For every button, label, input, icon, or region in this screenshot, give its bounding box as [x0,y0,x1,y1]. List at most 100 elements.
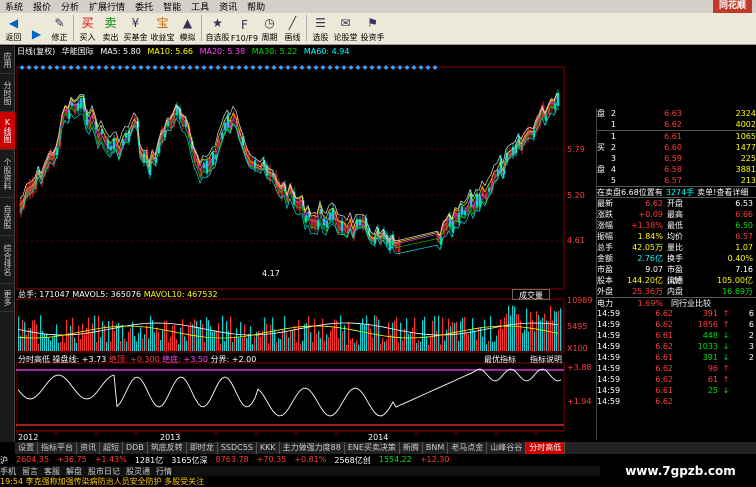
volume-bar [284,316,286,351]
volume-bar [252,344,254,351]
status-bar-item[interactable]: 客服 [44,466,60,476]
status-bar-item[interactable]: 股灵通 [126,466,150,476]
toolbar-button-watchlist[interactable]: ★ 自选股 [204,12,231,44]
f10-icon: F [241,18,248,32]
volume-bar [124,338,126,351]
volume-bar [170,336,172,351]
toolbar-button-select-stock[interactable]: ☰ 选股 [309,12,332,44]
tick-count: 6 [748,320,754,329]
volume-bar [416,342,418,351]
left-tab[interactable]: 个股资料 [0,150,15,198]
status-bar-item[interactable]: 留言 [22,466,38,476]
left-tab[interactable]: K线图 [0,112,15,150]
volume-bar [484,319,486,351]
signal-diamond [285,65,291,70]
quote-label: 股本 [597,276,613,285]
quote-label: 外盘 [597,287,613,296]
indicator-tab[interactable]: 设置 [15,442,38,454]
toolbar-button-treasure[interactable]: 宝收益宝 [149,12,176,44]
toolbar-button-draw[interactable]: ╱ 画线 [281,12,304,44]
ma20-label: MA20: 5.38 [199,47,246,56]
indicator-tab[interactable]: 老马点金 [448,442,488,454]
indicator-tab[interactable]: 新腾 [400,442,423,454]
moving-average-line [19,96,558,245]
ma60-label: MA60: 4.94 [303,47,350,56]
volume-bar [314,318,316,351]
position-alert-link[interactable]: 卖单!查看详细 [697,187,748,197]
volume-bar [516,313,518,351]
toolbar-button-simulate[interactable]: ▲ 模拟 [176,12,199,44]
indicator-tab[interactable]: DDB [123,442,148,454]
volume-bar [206,317,208,351]
volume-bar [360,324,362,351]
indicator-tab[interactable]: ENE买卖决策 [345,442,400,454]
volume-bar [146,325,148,351]
best-indicator-button[interactable]: 最优指标 [484,354,516,365]
volume-bar [188,325,190,351]
volume-indicator-button[interactable]: 成交量 [512,289,550,300]
toolbar-button-back[interactable]: ◀ 返回 [2,12,25,44]
indicator-tab[interactable]: 超短 [100,442,123,454]
status-bar-item[interactable]: 行情 [156,466,172,476]
indicator-tab[interactable]: 即时龙 [187,442,218,454]
left-tab[interactable]: 更多 [0,284,15,312]
toolbar-button-edit[interactable]: ✎ 修正 [48,12,71,44]
left-tab[interactable]: 分时图 [0,74,15,112]
tick-price: 6.61 [655,386,673,395]
indicator-tab[interactable]: 山峰谷谷 [487,442,527,454]
toolbar-button-forum[interactable]: ✉ 论股堂 [332,12,359,44]
indicator-tab[interactable]: 筑底反转 [148,442,187,454]
indicator-tab[interactable]: 资讯 [77,442,100,454]
quote-row: 金额 2.76亿 换手 0.40% [597,253,756,264]
simulate-icon: ▲ [182,16,193,30]
toolbar-button-f10[interactable]: F F10/F9 [231,12,258,44]
volume-bar [46,334,48,351]
volume-bar [216,330,218,351]
tick-row: 14:59 6.62 1856 ↑ 6 [597,319,756,330]
toolbar-button-sell[interactable]: 卖卖出 [99,12,122,44]
tick-time: 14:59 [597,342,621,351]
quote-row: 总手 42.05万 量比 1.07 [597,242,756,253]
toolbar-button-fund[interactable]: ¥ 买基金 [122,12,149,44]
volume-bar [112,320,114,351]
sell-icon: 卖 [104,16,117,30]
indicator-help-button[interactable]: 指标说明 [530,354,562,365]
volume-bar [52,336,54,351]
left-tab[interactable]: 自选股 [0,198,15,236]
status-bar-item[interactable]: 解盘 [66,466,82,476]
indicator-tab[interactable]: SSDC5S [218,442,257,454]
order-book-level: 1 [610,120,616,129]
toolbar-label: 画线 [284,33,301,42]
tick-count [734,385,754,396]
news-ticker[interactable]: 19:54 李克强称加强传染病防治人员安全防护 多股受关注 [0,476,600,487]
left-tab[interactable]: 应用 [0,46,15,74]
volume-bar [144,334,146,351]
toolbar-button-invest[interactable]: ⚑ 投资手 [359,12,386,44]
candle-body [205,160,209,174]
toolbar-button-buy[interactable]: 买买入 [76,12,99,44]
position-alert[interactable]: 在卖盘6.68位置有 3274手 卖单!查看详细 [597,186,756,198]
chart-area[interactable] [16,57,596,442]
sector-row[interactable]: 电力 1.69% 同行业比较 [597,297,756,308]
sector-compare-button[interactable]: 同行业比较 [663,298,733,308]
status-bar-item[interactable]: 手机 [0,466,16,476]
toolbar-button-period[interactable]: ◷ 周期 [258,12,281,44]
volume-bar [74,337,76,351]
order-book-level: 3 [610,154,616,163]
signal-diamond [103,65,109,70]
quote-value: 144.20亿 [627,276,663,285]
volume-bar [260,336,262,351]
volume-bar [542,317,544,351]
indicator-tab[interactable]: BNM [423,442,449,454]
indicator-tab[interactable]: 指标平台 [38,442,77,454]
toolbar-button-forward[interactable]: ▶ [25,12,48,44]
order-book: 盘 2 6.63 2324 1 6.62 4002 1 6.61 1065 买 2 6.60 1477 3 6… [597,108,756,186]
signal-diamond [299,65,305,70]
left-tab[interactable]: 综合排名 [0,236,15,284]
volume-bar [88,317,90,351]
indicator-tab[interactable]: KKK [257,442,280,454]
indicator-tab[interactable]: 主力做强力度88 [280,442,345,454]
indicator-tab[interactable]: 分时高低 [526,442,566,454]
status-bar-item[interactable]: 股市日记 [88,466,120,476]
order-book-volume: 213 [740,176,756,185]
